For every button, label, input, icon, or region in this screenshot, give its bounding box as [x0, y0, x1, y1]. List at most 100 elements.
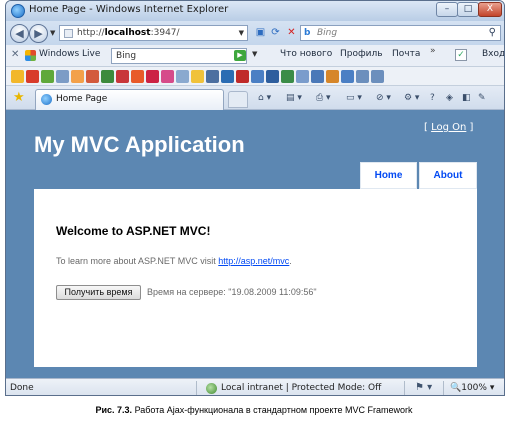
home-icon[interactable]: ⌂ ▾	[258, 91, 271, 105]
url-dropdown-icon[interactable]: ▼	[239, 29, 244, 37]
url-field[interactable]: http://localhost:3947/ ▼	[59, 25, 248, 41]
menu-item-home[interactable]: Home	[360, 162, 417, 189]
window-title: Home Page - Windows Internet Explorer	[29, 4, 229, 15]
page-menu-icon[interactable]: ▭ ▾	[346, 91, 362, 105]
search-placeholder: Bing	[317, 28, 338, 38]
print-icon[interactable]: ⎙ ▾	[316, 91, 331, 105]
tools-menu-icon[interactable]: ⚙ ▾	[404, 91, 419, 105]
status-text: Done	[10, 383, 34, 393]
menu-item-about[interactable]: About	[419, 162, 477, 189]
forward-button[interactable]: ▶	[29, 24, 48, 43]
page-viewport: My MVC Application [ Log On ] Home About…	[6, 110, 504, 378]
caption-text: Работа Ajax-функционала в стандартном пр…	[132, 405, 413, 415]
tools-icon[interactable]	[101, 70, 114, 83]
minimize-button[interactable]: –	[436, 2, 458, 17]
ie-page-icon[interactable]	[56, 70, 69, 83]
bubble-icon[interactable]	[161, 70, 174, 83]
protected-mode-icon[interactable]: ⚑ ▾	[415, 382, 432, 393]
media-icon[interactable]	[236, 70, 249, 83]
windows-live-toolbar: ✕ Windows Live Bing ▶ ▼ Что нового Профи…	[6, 45, 504, 67]
chart-icon[interactable]	[251, 70, 264, 83]
main-content: Welcome to ASP.NET MVC! To learn more ab…	[34, 189, 477, 367]
tab-bar: ★ Home Page ⌂ ▾ ▤ ▾ ⎙ ▾ ▭ ▾ ⊘ ▾ ⚙ ▾ ? ◈ …	[6, 86, 504, 110]
dash-icon[interactable]	[146, 70, 159, 83]
live-link-whats-new[interactable]: Что нового	[280, 49, 332, 59]
status-bar: Done Local intranet | Protected Mode: Of…	[6, 378, 504, 395]
close-button[interactable]: X	[478, 2, 502, 17]
page-title: My MVC Application	[34, 132, 245, 157]
title-bar: Home Page - Windows Internet Explorer – …	[6, 1, 504, 21]
stats-icon[interactable]	[341, 70, 354, 83]
get-time-button[interactable]: Получить время	[56, 285, 141, 300]
g-icon[interactable]	[281, 70, 294, 83]
star-icon[interactable]	[191, 70, 204, 83]
live-search-go-icon[interactable]: ▶	[234, 50, 246, 61]
learn-more-text: To learn more about ASP.NET MVC visit ht…	[56, 256, 292, 266]
flag-icon[interactable]	[116, 70, 129, 83]
live-link-mail[interactable]: Почта	[392, 49, 420, 59]
search-icon[interactable]: ⚲	[489, 27, 496, 38]
wa-icon[interactable]	[26, 70, 39, 83]
calendar-icon[interactable]	[86, 70, 99, 83]
windows-live-label[interactable]: Windows Live	[39, 49, 100, 59]
compatibility-view-icon[interactable]: ▣	[254, 26, 267, 39]
tab-ie-icon	[41, 94, 52, 105]
more-links-icon[interactable]: »	[430, 46, 436, 56]
address-bar: ◀ ▶ ▼ http://localhost:3947/ ▼ ▣ ⟳ ✕ b B…	[6, 21, 504, 45]
page-icon	[64, 29, 73, 38]
sign-in-link[interactable]: Вход	[482, 49, 504, 59]
favorites-star-icon[interactable]: ★	[13, 90, 25, 105]
grid-icon[interactable]	[71, 70, 84, 83]
pencil-icon[interactable]	[326, 70, 339, 83]
ie-icon	[11, 4, 25, 18]
recent-pages-dropdown-icon[interactable]: ▼	[50, 29, 55, 37]
url-text: http://localhost:3947/	[77, 28, 180, 38]
window-icon[interactable]	[176, 70, 189, 83]
asp-net-mvc-link[interactable]: http://asp.net/mvc	[218, 256, 289, 266]
checkbox-icon[interactable]: ✓	[455, 49, 467, 61]
back-button[interactable]: ◀	[10, 24, 29, 43]
search-input[interactable]: b Bing ⚲	[300, 25, 501, 41]
live-search-input[interactable]: Bing	[111, 48, 247, 64]
arc-icon[interactable]	[131, 70, 144, 83]
ie-icon-3[interactable]	[356, 70, 369, 83]
status-divider	[196, 381, 197, 395]
browser-window: Home Page - Windows Internet Explorer – …	[5, 0, 505, 396]
live-search-dropdown-icon[interactable]: ▼	[252, 50, 257, 58]
feeds-icon[interactable]: ▤ ▾	[286, 91, 302, 105]
bing-icon: b	[304, 28, 311, 38]
blog-icon[interactable]: ✎	[478, 91, 486, 105]
figure-caption: Рис. 7.3. Работа Ajax-функционала в стан…	[0, 405, 508, 415]
ie-icon-4[interactable]	[371, 70, 384, 83]
feed-icon[interactable]	[41, 70, 54, 83]
new-tab-button[interactable]	[228, 91, 248, 108]
help-icon[interactable]: ?	[430, 91, 435, 105]
logon-display: [ Log On ]	[424, 122, 474, 133]
live-link-profile[interactable]: Профиль	[340, 49, 383, 59]
status-divider	[404, 381, 405, 395]
security-zone[interactable]: Local intranet | Protected Mode: Off	[221, 383, 381, 393]
intranet-zone-icon	[206, 383, 217, 394]
e-icon[interactable]	[311, 70, 324, 83]
refresh-icon[interactable]: ⟳	[269, 26, 282, 39]
favorites-add-icon[interactable]	[11, 70, 24, 83]
log-on-link[interactable]: Log On	[431, 122, 466, 133]
server-time-text: Время на сервере: "19.08.2009 11:09:56"	[147, 287, 317, 297]
zoom-level[interactable]: 🔍100% ▾	[450, 383, 494, 393]
onenote-icon[interactable]: ◧	[462, 91, 471, 105]
addon-icon-toolbar	[6, 67, 504, 86]
tab-home-page[interactable]: Home Page	[35, 89, 224, 110]
caption-label: Рис. 7.3.	[95, 405, 133, 415]
welcome-heading: Welcome to ASP.NET MVC!	[56, 224, 211, 238]
close-toolbar-icon[interactable]: ✕	[11, 49, 19, 60]
safety-icon[interactable]: ⊘ ▾	[376, 91, 391, 105]
s-icon[interactable]	[266, 70, 279, 83]
tab-label: Home Page	[56, 94, 108, 104]
maximize-button[interactable]: □	[457, 2, 479, 17]
box-icon[interactable]	[206, 70, 219, 83]
ie-icon-2[interactable]	[296, 70, 309, 83]
research-icon[interactable]: ◈	[446, 91, 453, 105]
w-icon[interactable]	[221, 70, 234, 83]
windows-live-icon	[25, 50, 36, 61]
stop-icon[interactable]: ✕	[285, 26, 298, 39]
